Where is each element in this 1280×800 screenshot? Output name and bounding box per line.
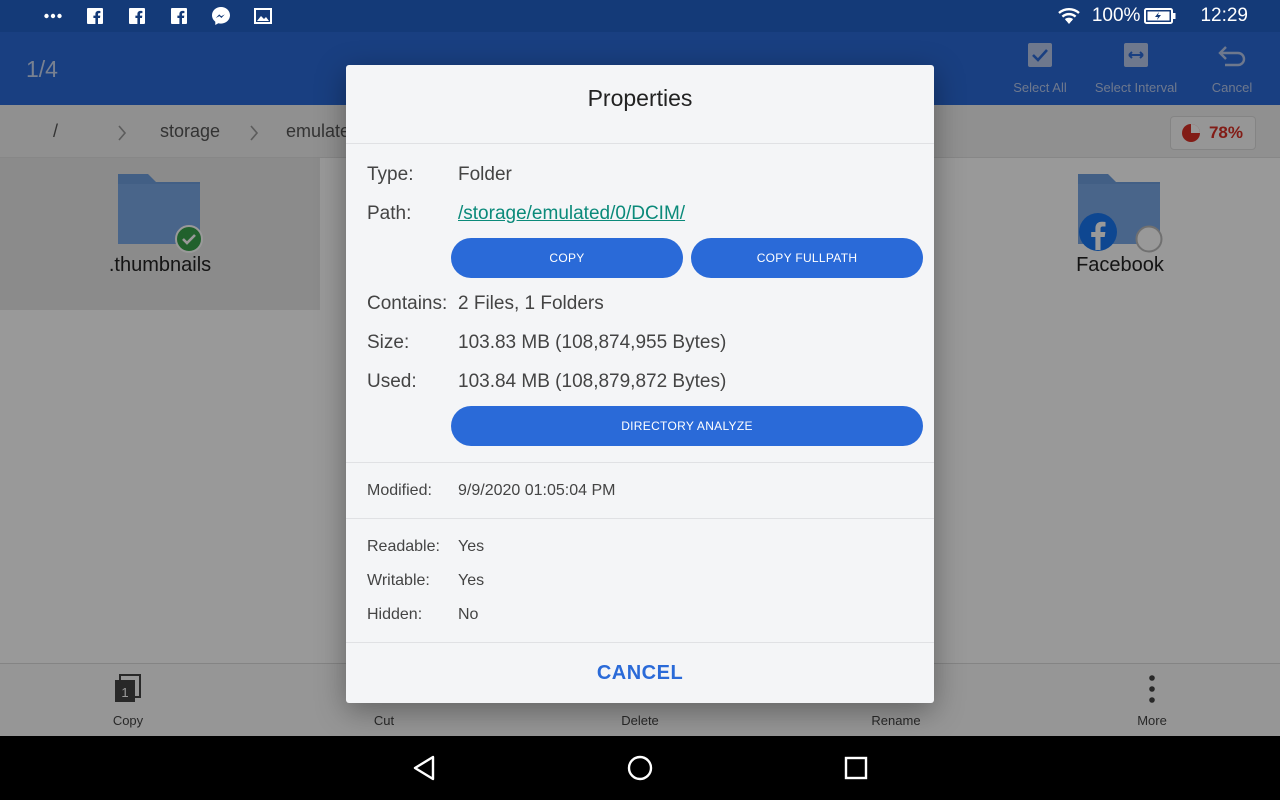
navigation-bar bbox=[0, 736, 1280, 800]
home-nav-icon[interactable] bbox=[624, 752, 656, 784]
properties-dialog: Properties Type: Folder Path: /storage/e… bbox=[346, 65, 934, 703]
contains-label: Contains: bbox=[367, 293, 448, 314]
type-label: Type: bbox=[367, 164, 414, 185]
size-value: 103.83 MB (108,874,955 Bytes) bbox=[458, 332, 727, 353]
messenger-icon bbox=[211, 6, 231, 26]
gallery-icon bbox=[253, 6, 273, 26]
size-label: Size: bbox=[367, 332, 410, 353]
wifi-icon bbox=[1056, 6, 1082, 26]
divider bbox=[346, 143, 934, 144]
divider bbox=[346, 518, 934, 519]
path-label: Path: bbox=[367, 203, 412, 224]
facebook-icon bbox=[127, 6, 147, 26]
modified-value: 9/9/2020 01:05:04 PM bbox=[458, 482, 616, 499]
path-link[interactable]: /storage/emulated/0/DCIM/ bbox=[458, 203, 685, 225]
battery-icon bbox=[1144, 8, 1176, 24]
status-bar: 100% 12:29 bbox=[0, 0, 1280, 32]
clock: 12:29 bbox=[1200, 5, 1248, 26]
writable-value: Yes bbox=[458, 572, 485, 589]
more-dots-icon bbox=[43, 6, 63, 26]
type-value: Folder bbox=[458, 164, 512, 185]
back-nav-icon[interactable] bbox=[408, 752, 440, 784]
modified-label: Modified: bbox=[367, 482, 432, 499]
readable-value: Yes bbox=[458, 538, 485, 555]
contains-value: 2 Files, 1 Folders bbox=[458, 293, 604, 314]
hidden-label: Hidden: bbox=[367, 606, 423, 623]
divider bbox=[346, 462, 934, 463]
writable-label: Writable: bbox=[367, 572, 430, 589]
copy-fullpath-button[interactable]: COPY FULLPATH bbox=[691, 238, 923, 278]
dialog-title: Properties bbox=[587, 85, 693, 111]
recents-nav-icon[interactable] bbox=[840, 752, 872, 784]
facebook-icon bbox=[169, 6, 189, 26]
used-label: Used: bbox=[367, 371, 417, 392]
battery-percent: 100% bbox=[1091, 5, 1141, 26]
hidden-value: No bbox=[458, 606, 479, 623]
cancel-button[interactable]: CANCEL bbox=[346, 643, 934, 703]
copy-path-button[interactable]: COPY bbox=[451, 238, 683, 278]
used-value: 103.84 MB (108,879,872 Bytes) bbox=[458, 371, 727, 392]
facebook-icon bbox=[85, 6, 105, 26]
directory-analyze-button[interactable]: DIRECTORY ANALYZE bbox=[451, 406, 923, 446]
readable-label: Readable: bbox=[367, 538, 440, 555]
